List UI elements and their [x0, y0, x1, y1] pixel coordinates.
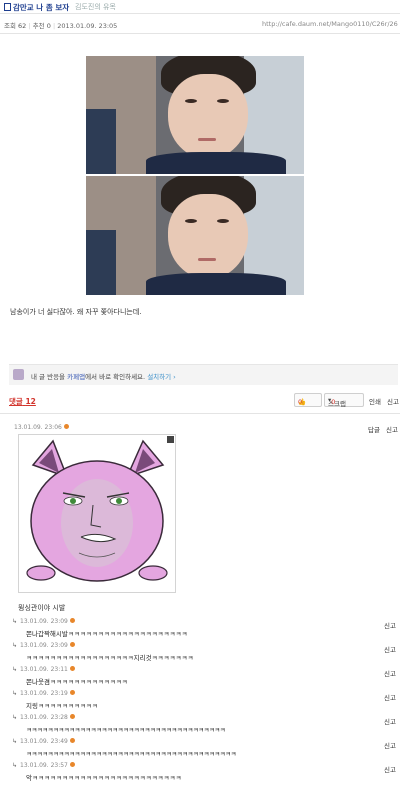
report-link[interactable]: 신고 — [386, 424, 398, 434]
reply-arrow-icon: ↳ — [12, 642, 18, 649]
reply-text: ㅋㅋㅋㅋㅋㅋㅋㅋㅋㅋㅋㅋㅋㅋㅋㅋㅋㅋㅋㅋㅋㅋㅋㅋㅋㅋㅋㅋㅋㅋㅋㅋㅋㅋㅋㅋㅋㅋㅋ — [26, 750, 236, 758]
post-body-text: 남송이가 너 싫다잖아. 왜 자꾸 쫓아다니는데. — [10, 308, 142, 316]
reply-time: ↳ 13.01.09. 23:57 — [12, 762, 75, 769]
report-link[interactable]: 신고 — [384, 692, 396, 702]
jigglypuff-meme-illustration — [26, 439, 168, 582]
new-badge-icon — [69, 618, 75, 623]
report-link[interactable]: 신고 — [384, 668, 396, 678]
new-badge-icon — [69, 714, 75, 719]
divider — [0, 13, 400, 14]
reply-time: ↳ 13.01.09. 23:09 — [12, 642, 75, 649]
comment-time: 13.01.09. 23:06 — [14, 424, 69, 431]
divider — [0, 413, 400, 414]
reply-text: ㅋㅋㅋㅋㅋㅋㅋㅋㅋㅋㅋㅋㅋㅋㅋㅋㅋㅋㅋㅋㅋㅋㅋㅋㅋㅋㅋㅋㅋㅋㅋㅋㅋㅋㅋㅋㅋ — [26, 726, 226, 734]
reply-text: 쫀나갑짝해시발ㅋㅋㅋㅋㅋㅋㅋㅋㅋㅋㅋㅋㅋㅋㅋㅋㅋㅋㅋㅋ — [26, 630, 188, 638]
print-link[interactable]: 인쇄 — [369, 396, 381, 406]
reply-arrow-icon: ↳ — [12, 618, 18, 625]
comment-text: 뭥싱관이야 시발 — [18, 604, 66, 612]
reply-arrow-icon: ↳ — [12, 762, 18, 769]
post-category[interactable]: 김도진의 유목 — [75, 2, 116, 12]
app-promo-text: 내 글 반응을 카페앱에서 바로 확인하세요. 설치하기 › — [31, 373, 176, 381]
like-button[interactable]: 👍 0 — [294, 393, 322, 407]
report-link[interactable]: 신고 — [384, 740, 396, 750]
divider — [0, 33, 400, 34]
new-badge-icon — [69, 690, 75, 695]
new-badge-icon — [69, 642, 75, 647]
reply-text: 지링ㅋㅋㅋㅋㅋㅋㅋㅋㅋㅋ — [26, 702, 98, 710]
comment-image[interactable] — [18, 434, 176, 593]
reply-text: ㅋㅋㅋㅋㅋㅋㅋㅋㅋㅋㅋㅋㅋㅋㅋㅋㅋㅋ지리것ㅋㅋㅋㅋㅋㅋㅋ — [26, 654, 194, 662]
view-count: 62 — [18, 22, 27, 30]
reply-time: ↳ 13.01.09. 23:49 — [12, 738, 75, 745]
reply-arrow-icon: ↳ — [12, 690, 18, 697]
new-badge-icon — [63, 424, 69, 429]
post-date: 2013.01.09. 23:05 — [57, 22, 118, 30]
magnifier-icon[interactable] — [167, 436, 174, 443]
report-link[interactable]: 신고 — [384, 764, 396, 774]
reply-button[interactable]: 답글 — [368, 424, 380, 434]
install-link[interactable]: 설치하기 › — [147, 373, 176, 381]
reply-arrow-icon: ↳ — [12, 738, 18, 745]
reply-time: ↳ 13.01.09. 23:09 — [12, 618, 75, 625]
comments-count[interactable]: 댓글 12 — [9, 396, 36, 407]
new-badge-icon — [69, 738, 75, 743]
post-title[interactable]: 감만교 나 좀 보자 — [4, 2, 69, 13]
avatar — [13, 369, 24, 380]
post-photo-top — [86, 56, 304, 174]
reply-text: 쫀나웃겸ㅋㅋㅋㅋㅋㅋㅋㅋㅋㅋㅋㅋㅋ — [26, 678, 128, 686]
app-promo-bar: 내 글 반응을 카페앱에서 바로 확인하세요. 설치하기 › — [9, 364, 398, 385]
document-icon — [4, 3, 11, 11]
reply-time: ↳ 13.01.09. 23:28 — [12, 714, 75, 721]
recommend-count: 0 — [46, 22, 51, 30]
report-link[interactable]: 신고 — [384, 716, 396, 726]
reply-text: 악ㅋㅋㅋㅋㅋㅋㅋㅋㅋㅋㅋㅋㅋㅋㅋㅋㅋㅋㅋㅋㅋㅋㅋㅋㅋ — [26, 774, 182, 782]
post-url[interactable]: http://cafe.daum.net/Mango0110/C26r/2630… — [262, 20, 398, 28]
reply-arrow-icon: ↳ — [12, 714, 18, 721]
reply-time: ↳ 13.01.09. 23:11 — [12, 666, 75, 673]
reply-time: ↳ 13.01.09. 23:19 — [12, 690, 75, 697]
report-link[interactable]: 신고 — [384, 620, 396, 630]
post-photo-bottom — [86, 176, 304, 295]
report-link[interactable]: 신고 — [384, 644, 396, 654]
new-badge-icon — [69, 762, 75, 767]
post-meta: 조회 62 | 추천 0 | 2013.01.09. 23:05 — [4, 22, 118, 30]
post-header: 감만교 나 좀 보자 김도진의 유목 — [0, 0, 400, 13]
new-badge-icon — [69, 666, 75, 671]
reply-arrow-icon: ↳ — [12, 666, 18, 673]
report-link[interactable]: 신고 — [387, 396, 399, 406]
scrap-button[interactable]: 스크랩 ▾ 0 — [324, 393, 364, 408]
